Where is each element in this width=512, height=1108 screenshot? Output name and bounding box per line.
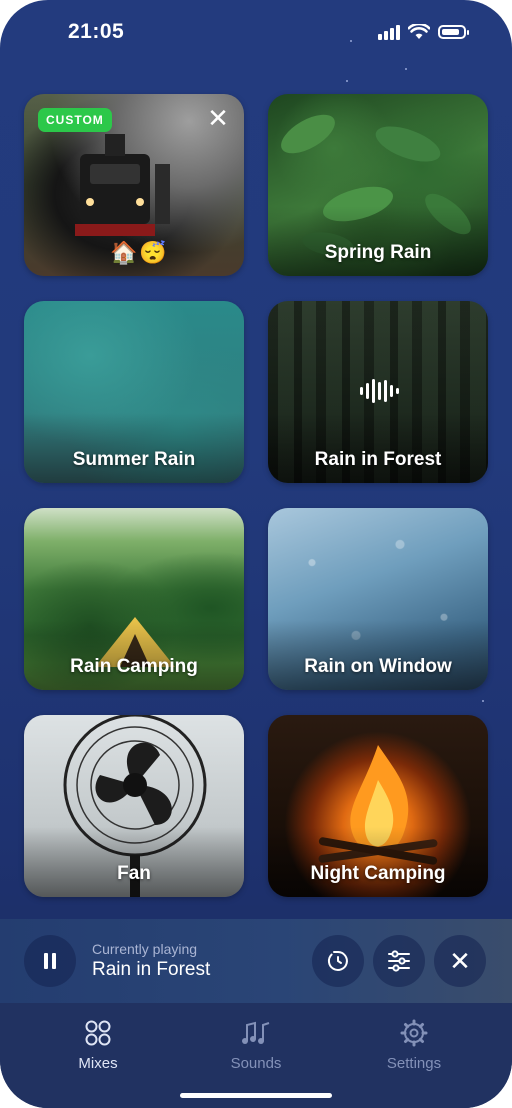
mix-card-label: Summer Rain xyxy=(72,449,196,470)
custom-badge: CUSTOM xyxy=(38,108,112,132)
music-notes-icon xyxy=(242,1021,270,1044)
mix-card-label: Night Camping xyxy=(310,863,446,884)
star-decoration xyxy=(482,700,484,702)
mix-card-rain-camping[interactable]: Rain Camping xyxy=(24,508,244,690)
tab-mixes[interactable]: Mixes xyxy=(38,1017,158,1072)
app-screen: 21:05 CUSTOM ✕ 🏠😴 Spring Rain Summer Rai… xyxy=(0,0,512,1108)
home-indicator xyxy=(180,1093,332,1098)
tab-settings[interactable]: Settings xyxy=(354,1017,474,1072)
mix-card-rain-on-window[interactable]: Rain on Window xyxy=(268,508,488,690)
mix-emoji-icons: 🏠😴 xyxy=(110,240,169,265)
star-decoration xyxy=(346,80,348,82)
mix-card-custom[interactable]: CUSTOM ✕ 🏠😴 xyxy=(24,94,244,276)
mix-card-summer-rain[interactable]: Summer Rain xyxy=(24,301,244,483)
mix-card-label: Rain in Forest xyxy=(314,449,442,470)
close-icon[interactable]: ✕ xyxy=(206,105,230,131)
cellular-signal-icon xyxy=(378,24,400,40)
mix-card-label: Spring Rain xyxy=(324,242,432,263)
mix-card-spring-rain[interactable]: Spring Rain xyxy=(268,94,488,276)
now-playing-title: Rain in Forest xyxy=(92,959,211,980)
status-icons xyxy=(378,24,469,40)
now-playing-bar[interactable]: Currently playing Rain in Forest ✕ xyxy=(0,919,512,1003)
tab-label: Mixes xyxy=(78,1055,118,1072)
star-decoration xyxy=(350,40,352,42)
mix-card-fan[interactable]: Fan xyxy=(24,715,244,897)
battery-icon xyxy=(438,25,469,39)
mixer-settings-button[interactable] xyxy=(373,935,425,987)
status-time: 21:05 xyxy=(68,20,125,43)
mix-card-label: Fan xyxy=(117,863,151,884)
timer-icon xyxy=(327,951,348,971)
stop-playback-button[interactable]: ✕ xyxy=(434,935,486,987)
tab-label: Settings xyxy=(386,1055,442,1072)
tab-label: Sounds xyxy=(230,1055,282,1072)
now-playing-caption: Currently playing xyxy=(92,941,198,957)
mixes-icon xyxy=(85,1020,111,1046)
sliders-icon xyxy=(388,950,410,972)
tab-bar: Mixes Sounds Settings xyxy=(0,1003,512,1108)
star-decoration xyxy=(405,68,407,70)
wifi-icon xyxy=(408,24,430,39)
now-playing-waveform-icon xyxy=(360,379,399,403)
tab-sounds[interactable]: Sounds xyxy=(196,1017,316,1072)
mix-card-label: Rain on Window xyxy=(304,656,452,677)
gear-icon xyxy=(400,1019,428,1047)
train-image xyxy=(75,134,170,236)
sleep-timer-button[interactable] xyxy=(312,935,364,987)
pause-button[interactable] xyxy=(24,935,76,987)
mix-card-rain-in-forest[interactable]: Rain in Forest xyxy=(268,301,488,483)
mix-card-label: Rain Camping xyxy=(70,656,198,677)
mix-card-night-camping[interactable]: Night Camping xyxy=(268,715,488,897)
close-icon: ✕ xyxy=(449,945,471,976)
